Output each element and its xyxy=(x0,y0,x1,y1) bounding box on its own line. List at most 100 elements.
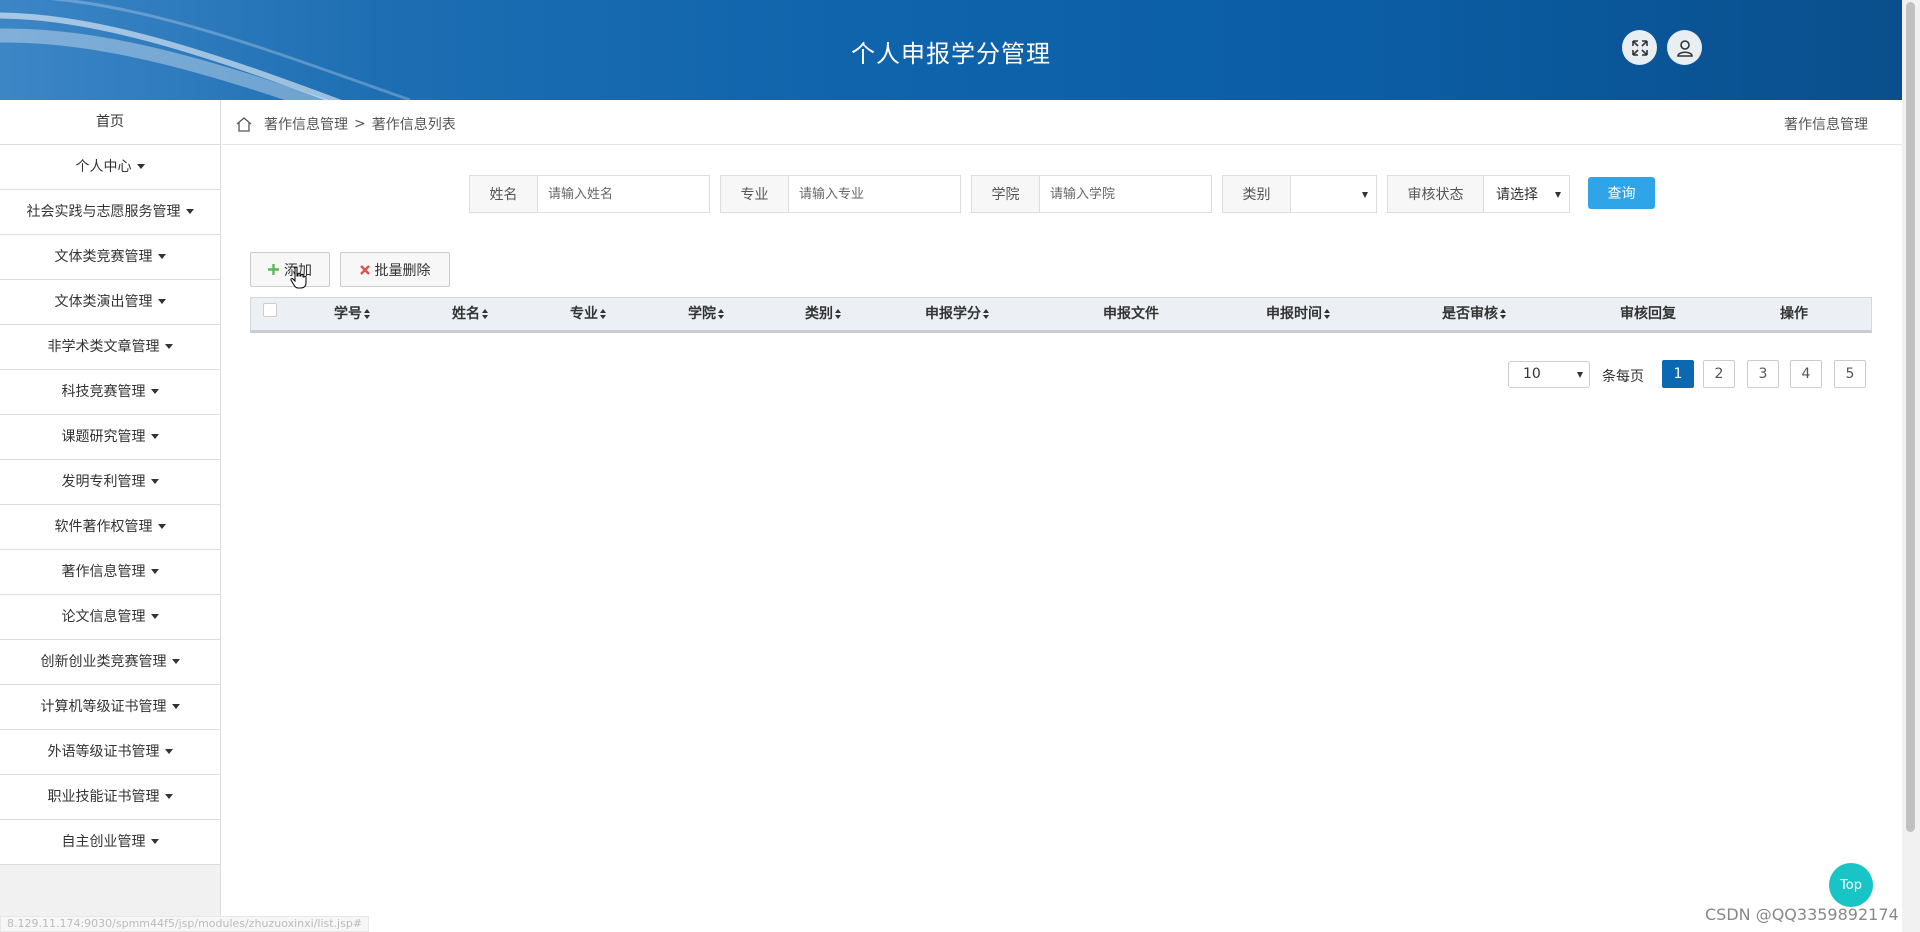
per-page-value: 10 xyxy=(1523,366,1541,382)
status-select[interactable]: 请选择 xyxy=(1484,176,1569,212)
caret-down-icon xyxy=(150,388,159,394)
college-search-input[interactable] xyxy=(1040,176,1210,212)
breadcrumb-item-current: 著作信息列表 xyxy=(371,117,456,133)
sidebar-item-label: 计算机等级证书管理 xyxy=(40,699,167,715)
caret-down-icon xyxy=(171,703,180,709)
column-label: 申报学分 xyxy=(925,306,981,322)
select-all-checkbox[interactable] xyxy=(263,303,277,317)
page-scrollbar[interactable] xyxy=(1902,0,1920,932)
sidebar-item-label: 发明专利管理 xyxy=(61,474,146,490)
back-to-top-button[interactable]: Top xyxy=(1829,863,1873,907)
sidebar-item-patents[interactable]: 发明专利管理 xyxy=(0,460,220,505)
caret-down-icon xyxy=(150,568,159,574)
sidebar-item-entrepreneurship[interactable]: 自主创业管理 xyxy=(0,820,220,865)
column-header-name[interactable]: 姓名 xyxy=(452,298,488,331)
times-icon xyxy=(359,264,370,275)
sidebar-item-home[interactable]: 首页 xyxy=(0,100,220,145)
column-label: 申报文件 xyxy=(1103,306,1159,322)
breadcrumb-separator: > xyxy=(354,116,366,132)
sidebar-item-label: 社会实践与志愿服务管理 xyxy=(26,204,181,220)
column-header-credits[interactable]: 申报学分 xyxy=(925,298,989,331)
sidebar-item-personal-center[interactable]: 个人中心 xyxy=(0,145,220,190)
sidebar-item-social-practice[interactable]: 社会实践与志愿服务管理 xyxy=(0,190,220,235)
column-label: 类别 xyxy=(805,306,833,322)
sidebar-item-label: 非学术类文章管理 xyxy=(47,339,160,355)
page-button-3[interactable]: 3 xyxy=(1747,360,1779,388)
query-button[interactable]: 查询 xyxy=(1588,177,1655,209)
column-header-college[interactable]: 学院 xyxy=(688,298,724,331)
search-major-group: 专业 xyxy=(720,175,961,213)
column-label: 操作 xyxy=(1780,306,1808,322)
sidebar-item-label: 职业技能证书管理 xyxy=(47,789,160,805)
column-header-file: 申报文件 xyxy=(1103,298,1159,331)
column-header-student-id[interactable]: 学号 xyxy=(334,298,370,331)
sidebar-item-software-copyright[interactable]: 软件著作权管理 xyxy=(0,505,220,550)
batch-delete-button[interactable]: 批量删除 xyxy=(340,252,450,287)
column-header-actions: 操作 xyxy=(1780,298,1808,331)
batch-delete-label: 批量删除 xyxy=(374,262,431,279)
page-title: 著作信息管理 xyxy=(1784,117,1868,133)
page-button-2[interactable]: 2 xyxy=(1703,360,1735,388)
column-label: 姓名 xyxy=(452,306,480,322)
sort-icon xyxy=(1500,308,1506,320)
breadcrumb-item-module[interactable]: 著作信息管理 xyxy=(264,114,348,134)
sort-icon xyxy=(482,308,488,320)
sidebar-item-computer-certificate[interactable]: 计算机等级证书管理 xyxy=(0,685,220,730)
sidebar-item-label: 自主创业管理 xyxy=(61,834,146,850)
hand-cursor-icon xyxy=(290,266,307,289)
scrollbar-thumb[interactable] xyxy=(1906,2,1915,832)
sidebar-item-research-projects[interactable]: 课题研究管理 xyxy=(0,415,220,460)
sidebar-item-non-academic-articles[interactable]: 非学术类文章管理 xyxy=(0,325,220,370)
caret-down-icon xyxy=(164,343,173,349)
column-header-major[interactable]: 专业 xyxy=(570,298,606,331)
sort-icon xyxy=(600,308,606,320)
sort-icon xyxy=(1324,308,1330,320)
column-label: 审核回复 xyxy=(1620,306,1676,322)
sidebar-item-language-certificate[interactable]: 外语等级证书管理 xyxy=(0,730,220,775)
column-label: 学院 xyxy=(688,306,716,322)
column-header-reviewed[interactable]: 是否审核 xyxy=(1442,298,1506,331)
sort-icon xyxy=(364,308,370,320)
caret-down-icon xyxy=(164,793,173,799)
search-category-group: 类别 xyxy=(1222,175,1377,213)
sidebar-item-label: 个人中心 xyxy=(75,159,132,175)
caret-down-icon xyxy=(157,298,166,304)
page-button-1[interactable]: 1 xyxy=(1662,360,1694,388)
sidebar-item-label: 科技竞赛管理 xyxy=(61,384,146,400)
college-label: 学院 xyxy=(972,176,1040,212)
app-title: 个人申报学分管理 xyxy=(851,40,1051,68)
sidebar-item-label: 课题研究管理 xyxy=(61,429,146,445)
sidebar-item-label: 外语等级证书管理 xyxy=(47,744,160,760)
sidebar-item-sports-competition[interactable]: 文体类竞赛管理 xyxy=(0,235,220,280)
search-status-group: 审核状态 请选择 xyxy=(1387,175,1570,213)
column-header-category[interactable]: 类别 xyxy=(805,298,841,331)
per-page-label: 条每页 xyxy=(1602,369,1644,385)
sidebar-item-vocational-certificate[interactable]: 职业技能证书管理 xyxy=(0,775,220,820)
sidebar-item-papers[interactable]: 论文信息管理 xyxy=(0,595,220,640)
column-label: 申报时间 xyxy=(1266,306,1322,322)
name-search-input[interactable] xyxy=(538,176,708,212)
fullscreen-button[interactable] xyxy=(1622,30,1657,65)
home-icon[interactable] xyxy=(236,116,252,132)
per-page-select[interactable]: 10 xyxy=(1508,361,1590,388)
major-label: 专业 xyxy=(721,176,789,212)
sort-icon xyxy=(983,308,989,320)
caret-down-icon xyxy=(164,748,173,754)
sidebar-item-sports-performance[interactable]: 文体类演出管理 xyxy=(0,280,220,325)
sidebar-item-innovation-competition[interactable]: 创新创业类竞赛管理 xyxy=(0,640,220,685)
category-select[interactable] xyxy=(1291,176,1376,212)
sidebar-item-label: 首页 xyxy=(96,114,124,130)
page-button-5[interactable]: 5 xyxy=(1834,360,1866,388)
sidebar-item-tech-competition[interactable]: 科技竞赛管理 xyxy=(0,370,220,415)
status-label: 审核状态 xyxy=(1388,176,1484,212)
user-button[interactable] xyxy=(1667,30,1702,65)
column-header-date[interactable]: 申报时间 xyxy=(1266,298,1330,331)
breadcrumb: 著作信息管理 > 著作信息列表 xyxy=(236,114,456,134)
caret-down-icon xyxy=(157,253,166,259)
page-button-4[interactable]: 4 xyxy=(1790,360,1822,388)
major-search-input[interactable] xyxy=(789,176,959,212)
sidebar-item-works-info[interactable]: 著作信息管理 xyxy=(0,550,220,595)
column-label: 学号 xyxy=(334,306,362,322)
name-label: 姓名 xyxy=(470,176,538,212)
dropdown-arrow-icon xyxy=(1362,192,1368,198)
